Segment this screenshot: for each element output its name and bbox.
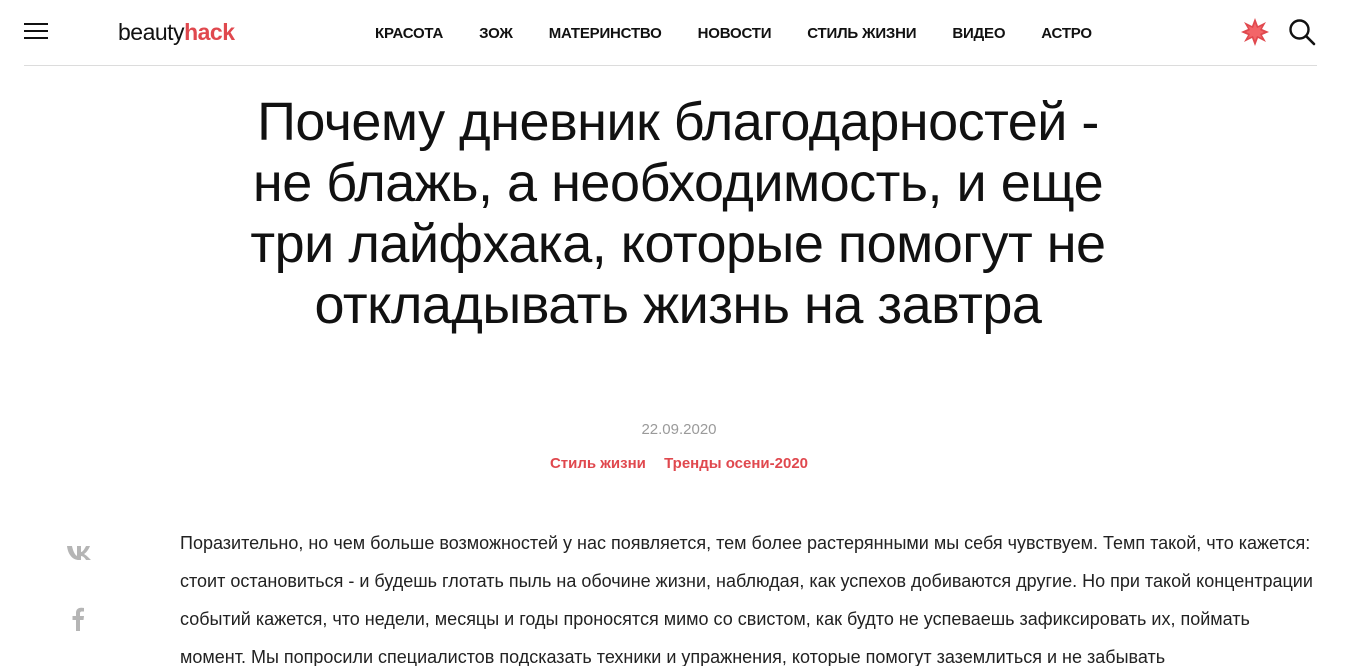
tag-lifestyle[interactable]: Стиль жизни xyxy=(550,455,646,472)
nav-item-astro[interactable]: АСТРО xyxy=(1041,24,1092,44)
tag-autumn-trends[interactable]: Тренды осени-2020 xyxy=(664,455,808,472)
star-icon[interactable] xyxy=(1240,17,1270,47)
main-nav: КРАСОТА ЗОЖ МАТЕРИНСТВО НОВОСТИ СТИЛЬ ЖИ… xyxy=(375,24,1092,44)
menu-icon[interactable] xyxy=(24,22,48,40)
logo-text-hack: hack xyxy=(184,19,235,45)
article-date: 22.09.2020 xyxy=(641,421,717,438)
nav-item-beauty[interactable]: КРАСОТА xyxy=(375,24,443,44)
site-logo[interactable]: beautyhack xyxy=(118,17,235,47)
nav-item-health[interactable]: ЗОЖ xyxy=(479,24,513,44)
nav-item-lifestyle[interactable]: СТИЛЬ ЖИЗНИ xyxy=(807,24,916,44)
search-icon[interactable] xyxy=(1288,18,1316,46)
nav-item-video[interactable]: ВИДЕО xyxy=(952,24,1005,44)
article-title: Почему дневник благодарностей - не блажь… xyxy=(250,92,1106,335)
vk-icon[interactable] xyxy=(66,545,94,561)
article-tags: Стиль жизни Тренды осени-2020 xyxy=(0,455,1358,472)
site-header: beautyhack КРАСОТА ЗОЖ МАТЕРИНСТВО НОВОС… xyxy=(24,0,1317,66)
article-lead-paragraph: Поразительно, но чем больше возможностей… xyxy=(180,533,1313,666)
page: beautyhack КРАСОТА ЗОЖ МАТЕРИНСТВО НОВОС… xyxy=(0,0,1358,666)
nav-item-news[interactable]: НОВОСТИ xyxy=(698,24,772,44)
nav-item-motherhood[interactable]: МАТЕРИНСТВО xyxy=(549,24,662,44)
logo-text-beauty: beauty xyxy=(118,19,185,45)
facebook-icon[interactable] xyxy=(71,607,85,631)
